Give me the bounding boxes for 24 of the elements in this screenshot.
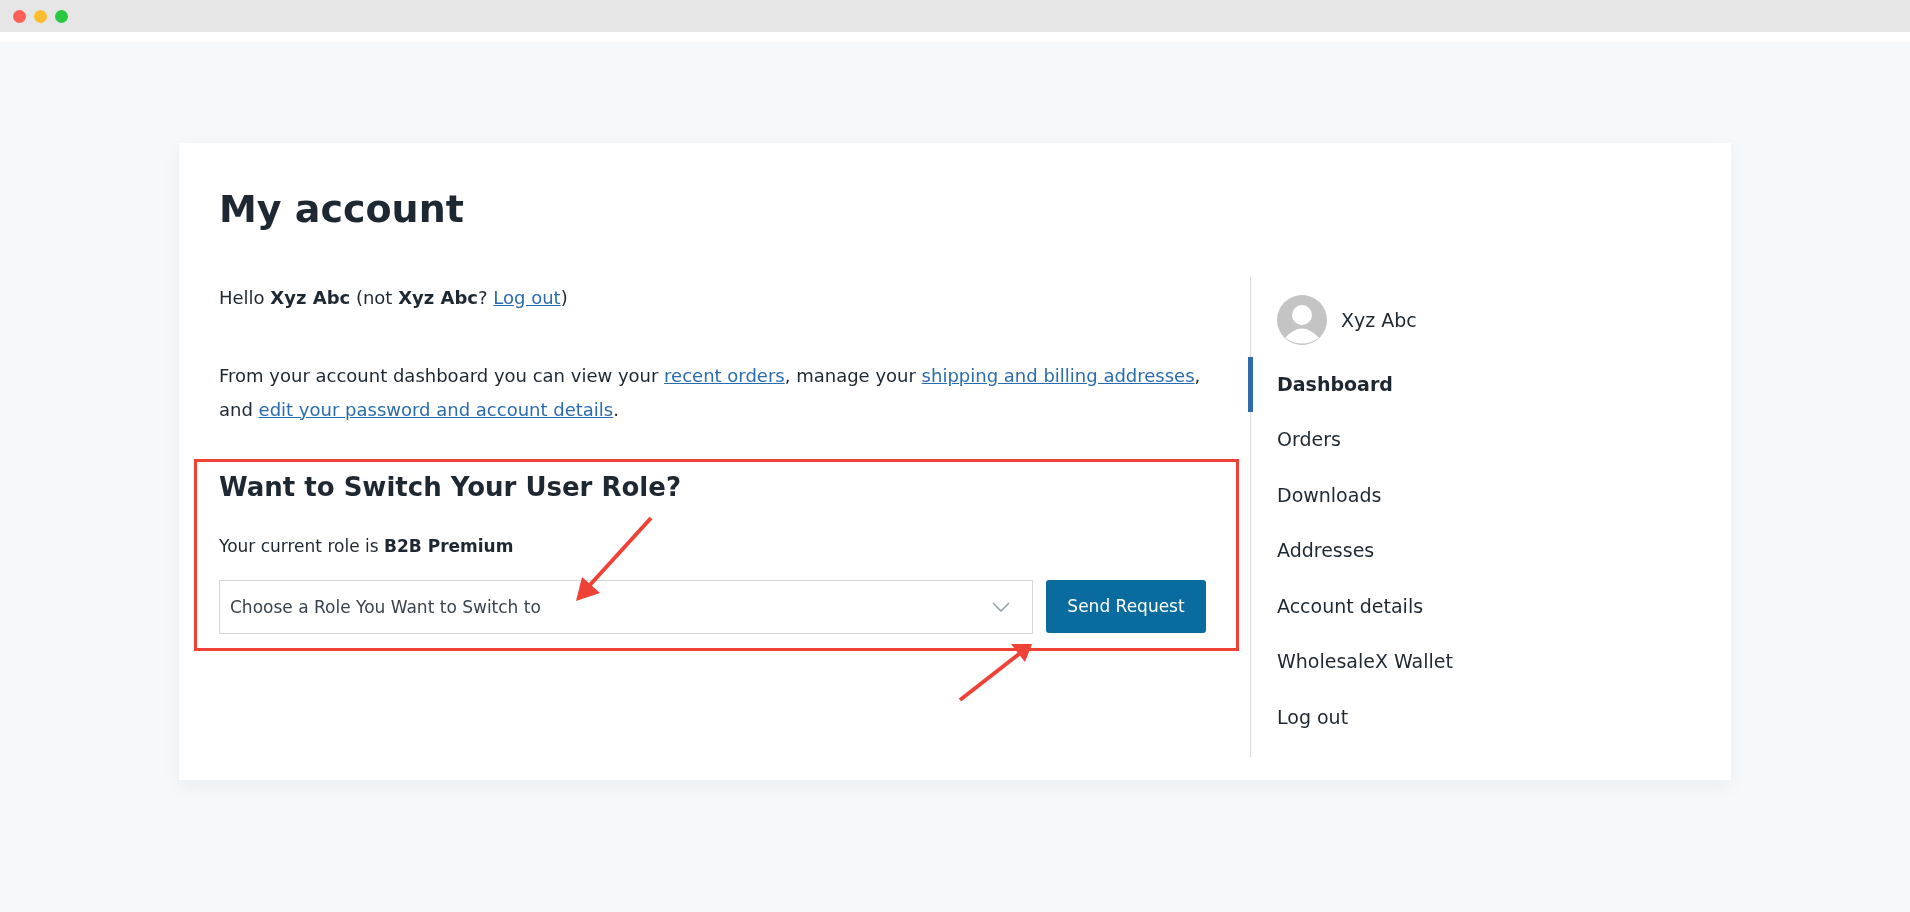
sidebar-item[interactable]: Dashboard	[1248, 356, 1691, 413]
text-link[interactable]: Log out	[493, 286, 561, 308]
send-request-button[interactable]: Send Request	[1046, 579, 1206, 633]
minimize-button[interactable]	[34, 9, 47, 23]
sidebar-item[interactable]: Addresses	[1248, 523, 1691, 579]
page-title: My account	[219, 187, 465, 233]
chevron-down-icon	[992, 601, 1010, 612]
section-heading: Want to Switch Your User Role?	[219, 471, 682, 502]
avatar-icon	[1277, 294, 1327, 345]
text-link[interactable]: edit your password and account details	[258, 398, 614, 420]
intro-text: From your account dashboard you can view your recent orders, manage your shipping and billing addresses, and edit your password and account details.	[219, 363, 1202, 422]
role-select[interactable]: Choose a Role You Want to Switch to	[219, 579, 1033, 634]
sidebar-item[interactable]: WholesaleX Wallet	[1248, 634, 1691, 690]
current-role-text: Your current role is B2B Premium	[219, 535, 515, 556]
text-link[interactable]: shipping and billing addresses	[921, 364, 1195, 386]
text-link[interactable]: recent orders	[664, 364, 785, 386]
sidebar-item[interactable]: Log out	[1248, 689, 1691, 746]
sidebar-item[interactable]: Downloads	[1248, 467, 1691, 524]
sidebar-item[interactable]: Account details	[1248, 578, 1691, 635]
greeting-text: Hello Xyz Abc (not Xyz Abc? Log out)	[219, 285, 569, 310]
zoom-button[interactable]	[55, 9, 68, 23]
user-name: Xyz Abc	[1341, 308, 1417, 331]
sidebar-item[interactable]: Orders	[1248, 412, 1691, 468]
close-button[interactable]	[13, 9, 26, 23]
